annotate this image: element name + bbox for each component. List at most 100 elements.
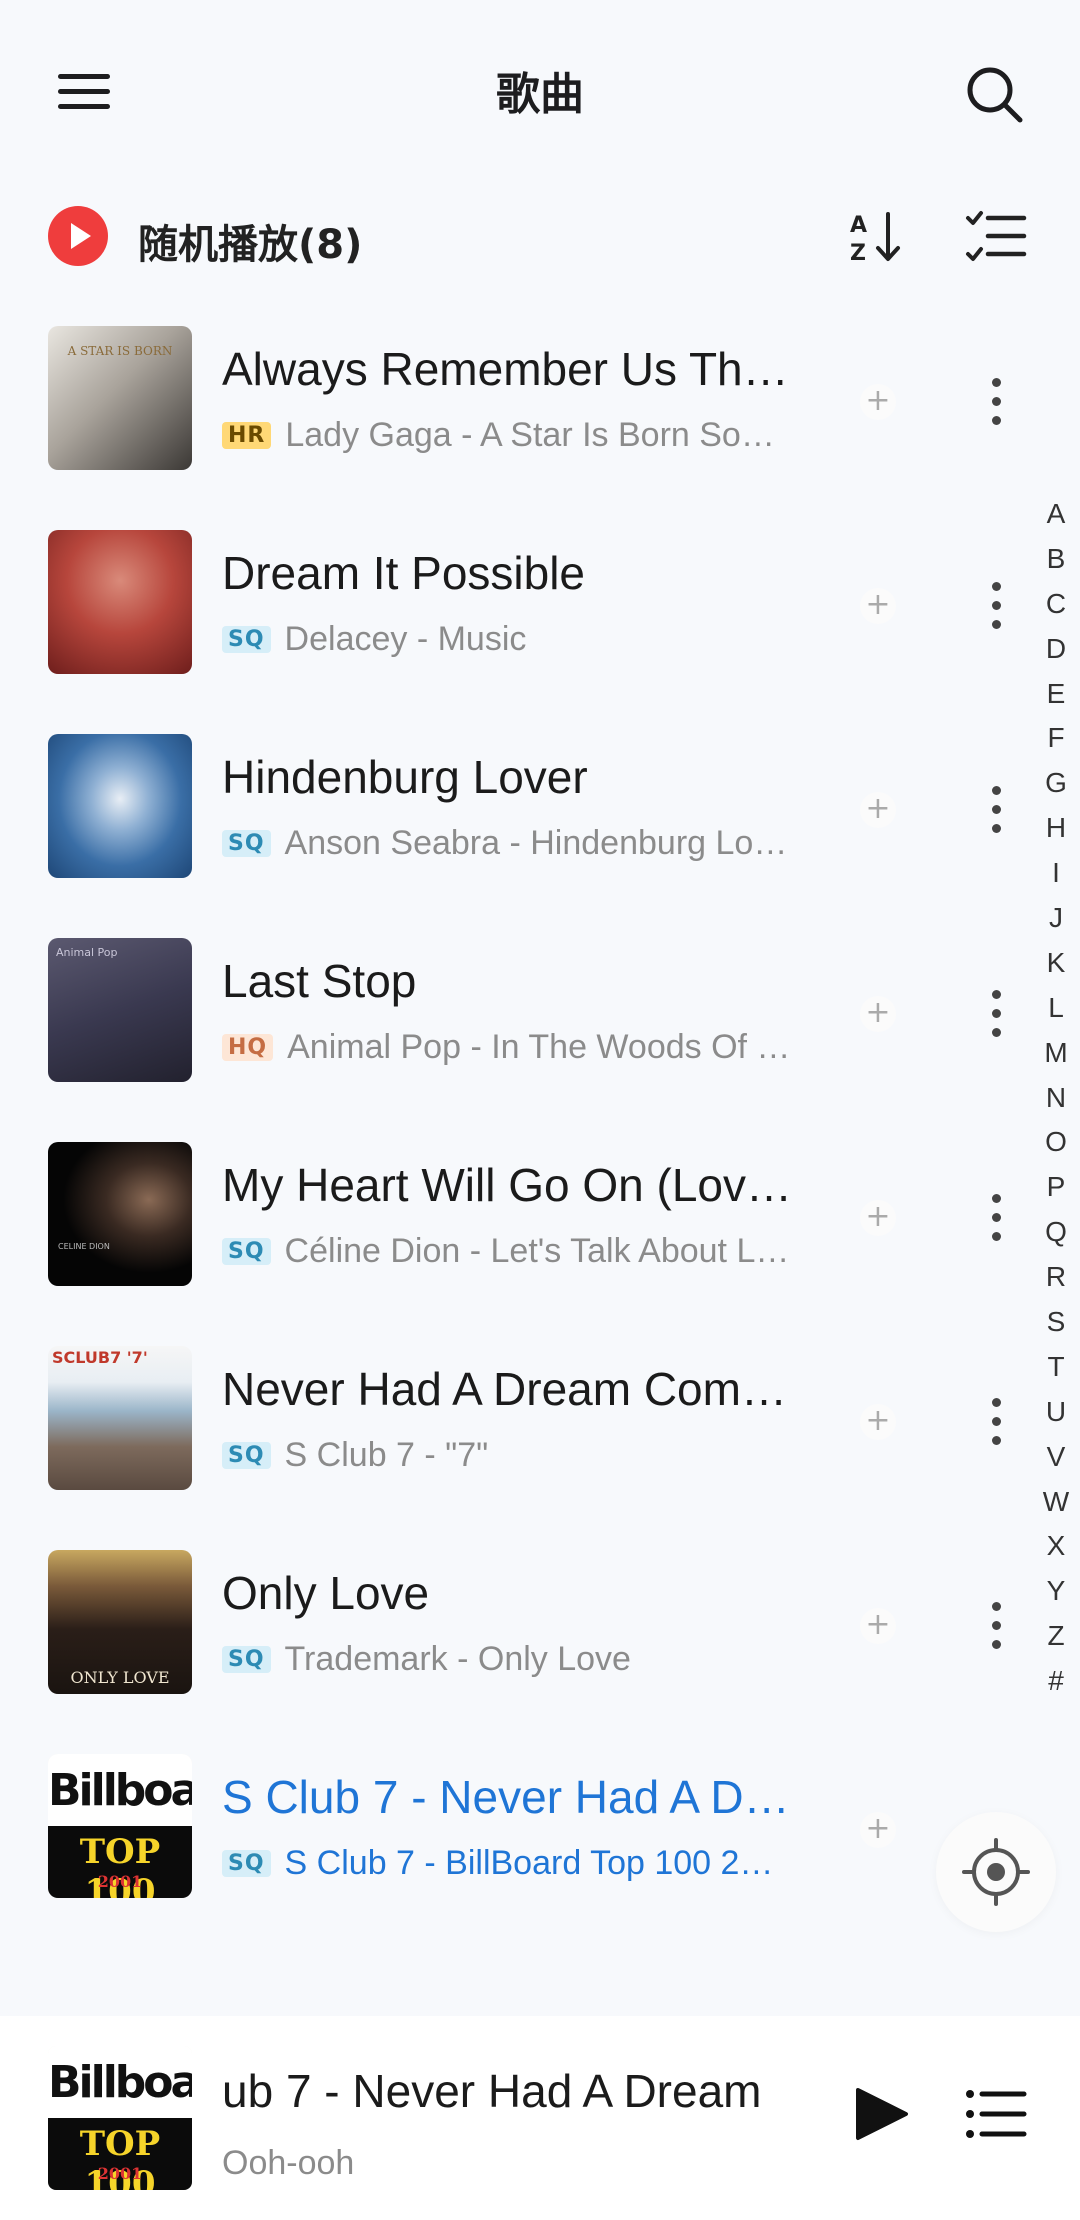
more-icon[interactable] xyxy=(976,1394,1016,1450)
add-icon[interactable]: + xyxy=(860,1200,896,1236)
song-row-current[interactable]: Billboard TOP 100 2001 S Club 7 - Never … xyxy=(0,1754,1020,1958)
more-icon[interactable] xyxy=(976,1598,1016,1654)
song-row[interactable]: Hindenburg Lover SQ Anson Seabra - Hinden… xyxy=(0,734,1020,938)
album-cover: CELINE DION xyxy=(48,1142,192,1286)
add-icon[interactable]: + xyxy=(860,384,896,420)
song-row[interactable]: SCLUB7 '7' Never Had A Dream Come True S… xyxy=(0,1346,1020,1550)
more-dot xyxy=(992,1194,1001,1203)
song-title: Last Stop xyxy=(222,955,417,1007)
alphabet-letter[interactable]: O xyxy=(1036,1120,1076,1165)
alphabet-letter[interactable]: E xyxy=(1036,672,1076,717)
alphabet-letter[interactable]: V xyxy=(1036,1435,1076,1480)
album-cover: Billboard TOP 100 2001 xyxy=(48,1754,192,1898)
playlist-button[interactable] xyxy=(964,2086,1028,2142)
more-dot xyxy=(992,620,1001,629)
alphabet-letter[interactable]: K xyxy=(1036,941,1076,986)
cover-text: SCLUB7 '7' xyxy=(52,1348,148,1367)
shuffle-label[interactable]: 随机播放(8) xyxy=(138,212,362,270)
add-icon[interactable]: + xyxy=(860,1812,896,1848)
cover-text: A STAR IS BORN xyxy=(67,344,173,358)
player-play-button[interactable] xyxy=(852,2084,912,2144)
quality-badge: SQ xyxy=(222,1238,271,1265)
alphabet-letter[interactable]: L xyxy=(1036,986,1076,1031)
alphabet-letter[interactable]: H xyxy=(1036,806,1076,851)
more-dot xyxy=(992,805,1001,814)
locate-current-button[interactable] xyxy=(936,1812,1056,1932)
more-dot xyxy=(992,824,1001,833)
quality-badge: HR xyxy=(222,422,272,449)
alphabet-letter[interactable]: T xyxy=(1036,1345,1076,1390)
album-cover: Animal Pop xyxy=(48,938,192,1082)
quality-badge: SQ xyxy=(222,1850,271,1877)
search-button[interactable] xyxy=(960,60,1032,132)
alphabet-letter[interactable]: P xyxy=(1036,1165,1076,1210)
add-icon[interactable]: + xyxy=(860,1404,896,1440)
quality-badge: SQ xyxy=(222,626,271,653)
mini-player[interactable]: Billboard TOP 100 2001 ub 7 - Never Had … xyxy=(0,2016,1080,2220)
add-icon[interactable]: + xyxy=(860,1608,896,1644)
alphabet-letter[interactable]: I xyxy=(1036,851,1076,896)
alphabet-letter[interactable]: A xyxy=(1036,492,1076,537)
multi-select-icon xyxy=(966,211,1027,261)
song-title: Never Had A Dream Come True xyxy=(222,1363,792,1415)
alphabet-letter[interactable]: J xyxy=(1036,896,1076,941)
more-dot xyxy=(992,416,1001,425)
more-dot xyxy=(992,990,1001,999)
sort-button[interactable]: A Z xyxy=(846,206,906,266)
artist-album: Delacey - Music xyxy=(284,620,527,658)
album-cover xyxy=(48,734,192,878)
song-subtitle: SQ S Club 7 - "7" xyxy=(222,1436,792,1475)
cover-text: 2001 xyxy=(97,1872,143,1891)
cover-text: Animal Pop xyxy=(56,946,118,959)
song-row[interactable]: Dream It Possible SQ Delacey - Music + xyxy=(0,530,1020,734)
song-title: Dream It Possible xyxy=(222,547,586,599)
song-row[interactable]: CELINE DION My Heart Will Go On (Love Th… xyxy=(0,1142,1020,1346)
alphabet-letter[interactable]: W xyxy=(1036,1480,1076,1525)
more-dot xyxy=(992,1009,1001,1018)
shuffle-play-button[interactable] xyxy=(48,206,108,266)
alphabet-letter[interactable]: N xyxy=(1036,1076,1076,1121)
svg-text:Z: Z xyxy=(850,241,866,266)
more-icon[interactable] xyxy=(976,578,1016,634)
more-icon[interactable] xyxy=(976,1190,1016,1246)
locate-icon xyxy=(962,1838,1030,1906)
song-row[interactable]: A STAR IS BORN Always Remember Us This W… xyxy=(0,326,1020,530)
alphabet-letter[interactable]: U xyxy=(1036,1390,1076,1435)
alphabet-letter[interactable]: G xyxy=(1036,761,1076,806)
alphabet-letter[interactable]: # xyxy=(1036,1659,1076,1704)
more-icon[interactable] xyxy=(976,782,1016,838)
alphabet-letter[interactable]: R xyxy=(1036,1255,1076,1300)
more-dot xyxy=(992,1640,1001,1649)
alphabet-letter[interactable]: C xyxy=(1036,582,1076,627)
alphabet-letter[interactable]: Z xyxy=(1036,1614,1076,1659)
alphabet-letter[interactable]: Y xyxy=(1036,1569,1076,1614)
song-row[interactable]: Animal Pop Last Stop HQ Animal Pop - In T… xyxy=(0,938,1020,1142)
alphabet-letter[interactable]: B xyxy=(1036,537,1076,582)
more-icon[interactable] xyxy=(976,986,1016,1042)
alphabet-letter[interactable]: D xyxy=(1036,627,1076,672)
add-icon[interactable]: + xyxy=(860,588,896,624)
alphabet-letter[interactable]: X xyxy=(1036,1524,1076,1569)
header: 歌曲 xyxy=(0,0,1080,190)
quality-badge: SQ xyxy=(222,1646,271,1673)
more-icon[interactable] xyxy=(976,374,1016,430)
alphabet-index[interactable]: A B C D E F G H I J K L M N O P Q R S T U V W X Y Z # xyxy=(1036,492,1076,1704)
add-icon[interactable]: + xyxy=(860,996,896,1032)
alphabet-letter[interactable]: F xyxy=(1036,716,1076,761)
multi-select-button[interactable] xyxy=(964,206,1028,266)
alphabet-letter[interactable]: S xyxy=(1036,1300,1076,1345)
album-cover: A STAR IS BORN xyxy=(48,326,192,470)
song-subtitle: SQ Trademark - Only Love xyxy=(222,1640,792,1679)
alphabet-letter[interactable]: M xyxy=(1036,1031,1076,1076)
cover-text: Billboard xyxy=(48,1765,192,1816)
song-title: S Club 7 - Never Had A Dream Come True xyxy=(222,1771,792,1823)
quality-badge: SQ xyxy=(222,1442,271,1469)
add-icon[interactable]: + xyxy=(860,792,896,828)
song-subtitle: SQ Delacey - Music xyxy=(222,620,792,659)
song-subtitle: HQ Animal Pop - In The Woods Of Lotus xyxy=(222,1028,792,1067)
cover-text: ONLY LOVE xyxy=(70,1668,170,1687)
song-row[interactable]: ONLY LOVE Only Love SQ Trademark - Only L… xyxy=(0,1550,1020,1754)
song-title: My Heart Will Go On (Love Theme from Tit… xyxy=(222,1159,792,1211)
alphabet-letter[interactable]: Q xyxy=(1036,1210,1076,1255)
song-title: Always Remember Us This Way xyxy=(222,343,792,395)
